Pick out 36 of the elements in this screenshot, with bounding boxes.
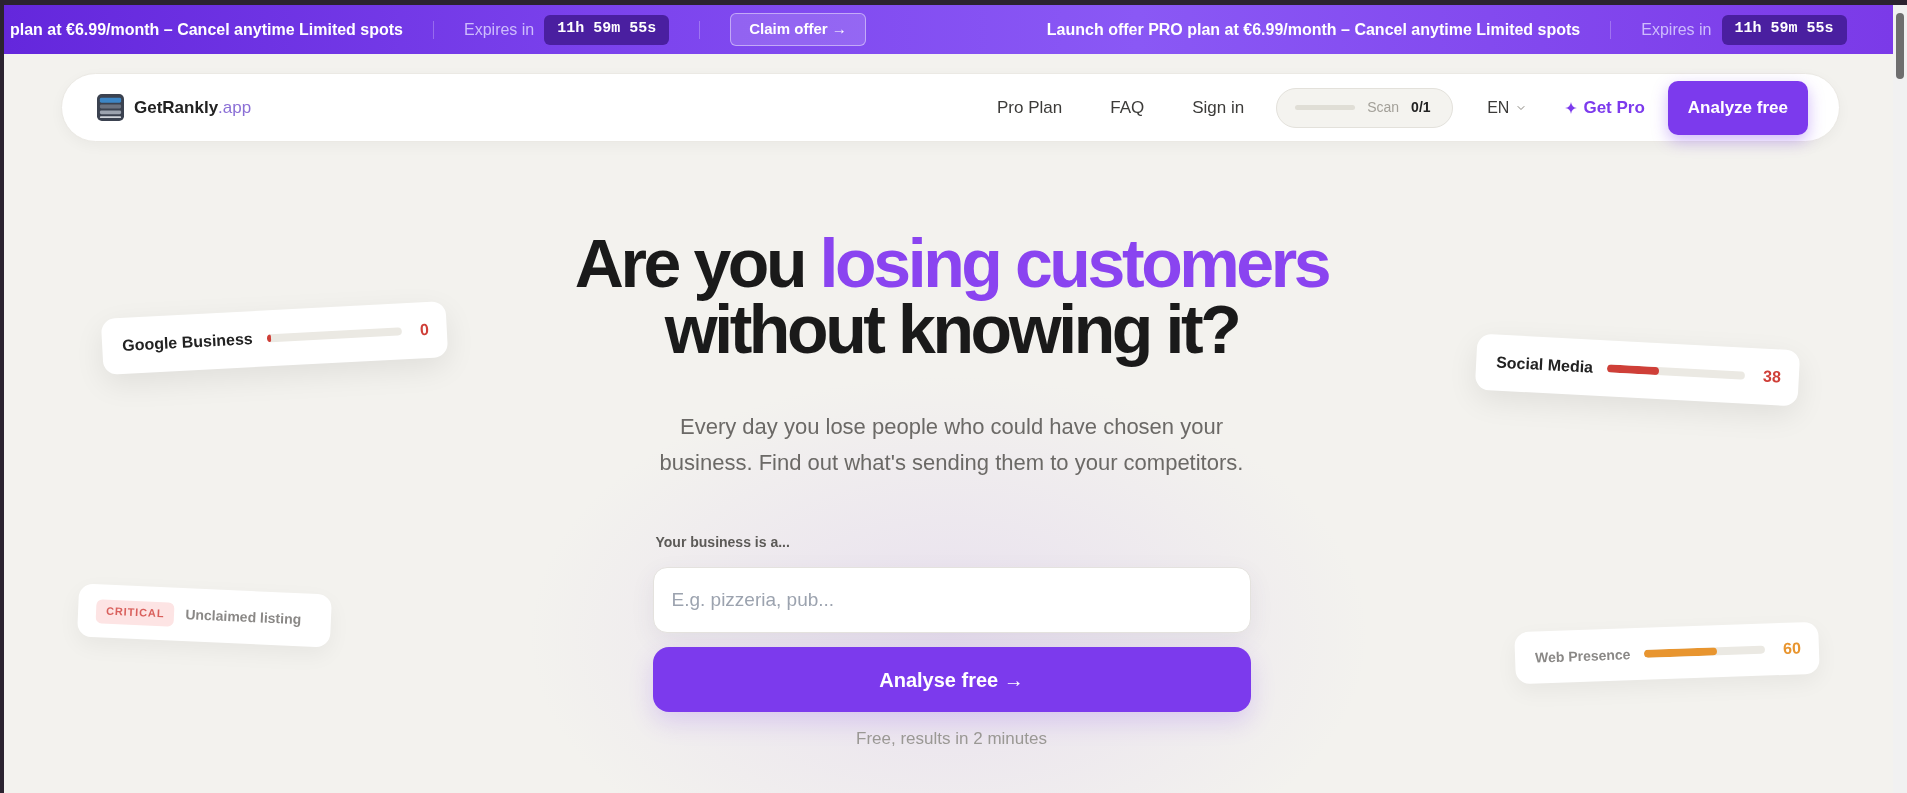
- score-label: Web Presence: [1534, 644, 1631, 668]
- promo-text: Launch offer PRO plan at €6.99/month – Cancel anytime Limited spots: [1046, 19, 1581, 40]
- sparkle-icon: [1565, 101, 1578, 114]
- score-label: Social Media: [1495, 352, 1594, 378]
- hero-heading: Are you losing customers without knowing it?: [573, 226, 1330, 369]
- claim-offer-button[interactable]: Claim offer →: [730, 13, 866, 46]
- countdown-timer: 11h 59m 55s: [544, 14, 670, 45]
- logo-text: GetRankly.app: [134, 96, 252, 119]
- scan-label: Scan: [1367, 98, 1400, 117]
- scrollbar-thumb[interactable]: [1896, 13, 1904, 79]
- scan-count: 0/1: [1411, 98, 1431, 117]
- layers-logo-icon: [97, 94, 124, 121]
- expiry-label: Expires in: [1641, 19, 1712, 40]
- score-value: 38: [1762, 366, 1782, 388]
- analyze-free-button[interactable]: Analyze free: [1667, 80, 1808, 135]
- nav-link[interactable]: Pro Plan: [997, 94, 1063, 121]
- nav-link[interactable]: Sign in: [1192, 94, 1245, 121]
- language-selector[interactable]: EN: [1487, 95, 1528, 120]
- countdown-timer: 11h 59m 55s: [1721, 14, 1847, 45]
- scrollbar-track[interactable]: [1893, 5, 1907, 793]
- issue-label: Unclaimed listing: [184, 605, 302, 630]
- business-type-input[interactable]: E.g. pizzeria, pub...: [652, 567, 1251, 633]
- analyse-free-button[interactable]: Analyse free →: [652, 647, 1251, 712]
- score-value: 60: [1782, 638, 1802, 659]
- logo-link[interactable]: GetRankly.app: [97, 94, 252, 121]
- form-note: Free, results in 2 minutes: [856, 728, 1047, 750]
- score-value: 0: [419, 319, 430, 341]
- hero-subtitle: Every day you lose people who could have chosen your business. Find out what's sending them to your competitors.: [658, 413, 1245, 477]
- field-label: Your business is a...: [654, 533, 791, 552]
- scan-progress-track: [1295, 105, 1356, 110]
- promo-text: plan at €6.99/month – Cancel anytime Limited spots: [10, 19, 403, 40]
- severity-badge: CRITICAL: [95, 598, 175, 627]
- nav-link[interactable]: FAQ: [1110, 94, 1145, 121]
- score-label: Google Business: [121, 329, 254, 356]
- expiry-label: Expires in: [464, 19, 535, 40]
- get-pro-link[interactable]: Get Pro: [1565, 94, 1645, 121]
